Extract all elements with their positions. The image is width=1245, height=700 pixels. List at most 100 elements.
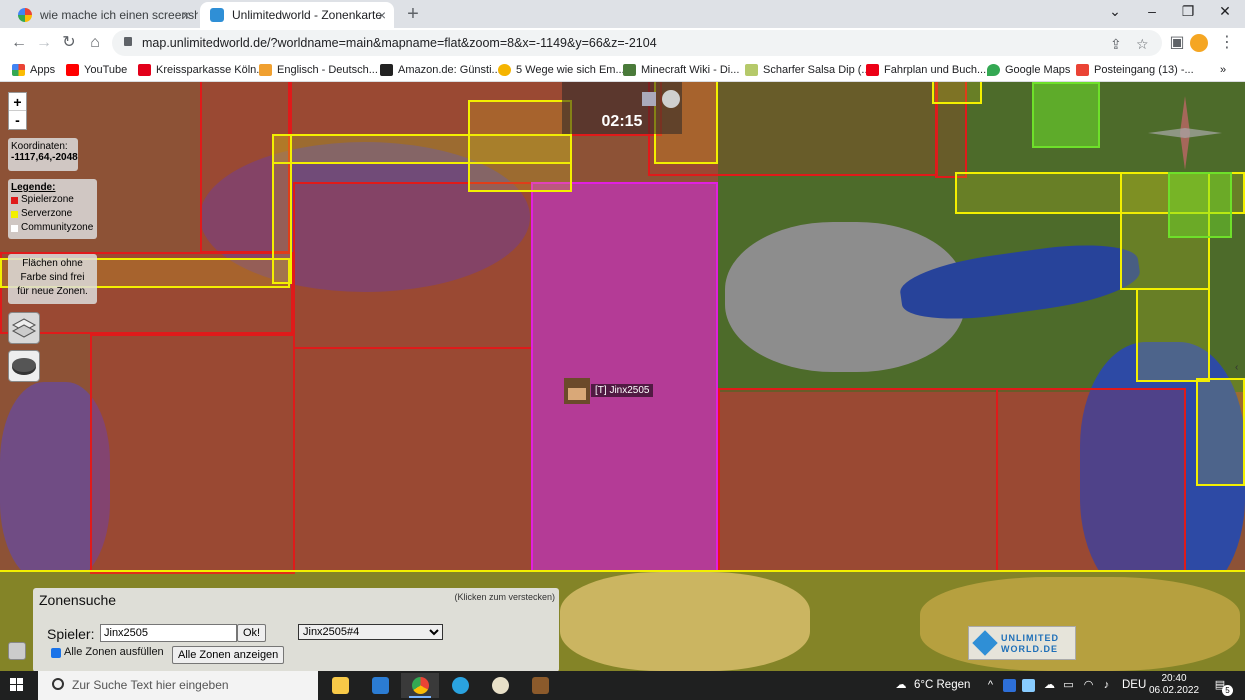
rain-cloud-icon[interactable]: ☁: [892, 679, 910, 692]
zone-green[interactable]: [1032, 82, 1100, 148]
hide-panel-hint[interactable]: (Klicken zum verstecken): [454, 592, 555, 602]
restore-button[interactable]: ❐: [1170, 3, 1206, 20]
back-button[interactable]: ←: [8, 33, 30, 53]
display-tray-icon[interactable]: [1022, 679, 1035, 692]
weather-text[interactable]: 6°C Regen: [914, 671, 970, 700]
zone-server[interactable]: [932, 82, 982, 104]
bookmarks-bar: Apps YouTube Kreissparkasse Köln... Engl…: [0, 58, 1245, 82]
search-icon: [52, 678, 64, 690]
bookmark-minecraft-wiki[interactable]: Minecraft Wiki - Di...: [623, 61, 739, 79]
db-icon: [866, 64, 879, 76]
chevron-up-icon[interactable]: ^: [984, 679, 997, 692]
bookmark-salsa-dip[interactable]: Scharfer Salsa Dip (...: [745, 61, 871, 79]
bookmark-dictionary[interactable]: Englisch - Deutsch...: [259, 61, 378, 79]
profile-avatar[interactable]: [1190, 34, 1208, 52]
minimize-button[interactable]: –: [1134, 3, 1170, 19]
cloud-icon[interactable]: ☁: [1043, 679, 1056, 692]
new-tab-button[interactable]: +: [402, 3, 424, 26]
zone-player[interactable]: [293, 182, 533, 349]
layers-button[interactable]: [8, 312, 40, 344]
chrome-icon: [412, 677, 429, 694]
weather-icon: [642, 92, 656, 106]
coordinates-title: Koordinaten:: [11, 141, 68, 152]
bookmark-google-maps[interactable]: Google Maps: [987, 61, 1070, 79]
tab-zonenkarte[interactable]: Unlimitedworld - Zonenkarte ×: [200, 2, 394, 28]
mail-app[interactable]: [361, 673, 399, 698]
taskbar-search[interactable]: Zur Suche Text hier eingeben: [38, 671, 318, 700]
reload-button[interactable]: ↻: [58, 33, 80, 53]
browser-toolbar: ← → ↻ ⌂ map.unlimitedworld.de/?worldname…: [0, 28, 1245, 58]
more-bookmarks-icon[interactable]: »: [1220, 61, 1226, 79]
zone-player[interactable]: [293, 347, 533, 572]
gmail-icon: [1076, 64, 1089, 76]
tab-google-search[interactable]: wie mache ich einen screenshot a ×: [8, 2, 198, 28]
tab-title: Unlimitedworld - Zonenkarte: [232, 8, 383, 22]
zone-green[interactable]: [1168, 172, 1232, 238]
home-button[interactable]: ⌂: [84, 33, 106, 53]
wifi-icon[interactable]: ◠: [1082, 679, 1095, 692]
paint-app[interactable]: [481, 673, 519, 698]
minecraft-block-icon: [532, 677, 549, 694]
link-button[interactable]: [8, 642, 26, 660]
file-explorer-app[interactable]: [321, 673, 359, 698]
zoom-in-button[interactable]: +: [9, 93, 26, 111]
bookmark-fahrplan[interactable]: Fahrplan und Buch...: [866, 61, 986, 79]
bookmark-5-wege[interactable]: 5 Wege wie sich Em...: [498, 61, 625, 79]
compass-disc-icon: [12, 358, 36, 375]
zone-search-panel: Zonensuche (Klicken zum verstecken) Spie…: [33, 588, 559, 671]
bookmark-gmail[interactable]: Posteingang (13) -...: [1076, 61, 1194, 79]
zone-player[interactable]: [718, 388, 998, 572]
player-input[interactable]: [100, 624, 237, 642]
battery-icon[interactable]: ▭: [1062, 679, 1075, 692]
chevron-left-icon[interactable]: ‹: [1235, 362, 1245, 402]
menu-kebab-icon[interactable]: ⋮: [1216, 33, 1238, 53]
app-tray-icon[interactable]: [1003, 679, 1016, 692]
share-icon[interactable]: ⇪: [1110, 36, 1122, 53]
close-icon[interactable]: ×: [378, 2, 386, 28]
zone-select[interactable]: Jinx2505#4: [298, 624, 443, 640]
fill-all-label: Alle Zonen ausfüllen: [64, 646, 164, 658]
bookmark-apps[interactable]: Apps: [12, 61, 55, 79]
system-clock[interactable]: 20:40 06.02.2022: [1146, 673, 1202, 697]
world-select-button[interactable]: [8, 350, 40, 382]
minecraft-app[interactable]: [521, 673, 559, 698]
volume-icon[interactable]: ♪: [1100, 679, 1113, 692]
ok-button[interactable]: Ok!: [237, 624, 267, 642]
show-all-zones-button[interactable]: Alle Zonen anzeigen: [172, 646, 285, 664]
legend-item-spielerzone: Spielerzone: [11, 193, 94, 207]
coordinates-value: -1117,64,-2048: [11, 152, 78, 163]
zone-server[interactable]: [1136, 288, 1210, 382]
article-icon: [498, 64, 511, 76]
zone-player[interactable]: [90, 334, 295, 574]
bookmark-star-icon[interactable]: ☆: [1136, 36, 1149, 53]
tab-search-chevron-icon[interactable]: ⌄: [1097, 3, 1133, 20]
chrome-app[interactable]: [401, 673, 439, 698]
bookmark-youtube[interactable]: YouTube: [66, 61, 127, 79]
legend-title: Legende:: [11, 182, 56, 193]
address-bar[interactable]: map.unlimitedworld.de/?worldname=main&ma…: [112, 30, 1162, 56]
url-text[interactable]: map.unlimitedworld.de/?worldname=main&ma…: [142, 30, 657, 56]
forward-button[interactable]: →: [33, 33, 55, 53]
close-window-button[interactable]: ✕: [1207, 3, 1243, 20]
windows-start-icon[interactable]: [10, 678, 24, 692]
zone-highlighted-jinx2505[interactable]: [531, 182, 718, 572]
sparkasse-icon: [138, 64, 151, 76]
zone-search-title[interactable]: Zonensuche: [39, 592, 116, 608]
bookmark-sparkasse[interactable]: Kreissparkasse Köln...: [138, 61, 265, 79]
palette-icon: [492, 677, 509, 694]
compass-rose-icon: [1148, 96, 1222, 170]
close-icon[interactable]: ×: [182, 2, 190, 28]
fill-all-checkbox[interactable]: [51, 648, 61, 658]
zone-player[interactable]: [996, 388, 1186, 572]
zone-map[interactable]: + - Koordinaten: -1117,64,-2048 Legende:…: [0, 82, 1245, 671]
zone-server[interactable]: [468, 100, 572, 192]
zoom-out-button[interactable]: -: [9, 111, 26, 129]
sidebar-toggle-icon[interactable]: ▣: [1166, 33, 1188, 53]
telegram-app[interactable]: [441, 673, 479, 698]
zone-server[interactable]: [272, 134, 292, 284]
free-area-note: Flächen ohne Farbe sind frei für neue Zo…: [8, 254, 97, 304]
maps-pin-icon: [987, 64, 1000, 76]
legend-item-serverzone: Serverzone: [11, 207, 94, 221]
bookmark-amazon[interactable]: Amazon.de: Günsti...: [380, 61, 501, 79]
language-indicator[interactable]: DEU: [1122, 671, 1146, 700]
